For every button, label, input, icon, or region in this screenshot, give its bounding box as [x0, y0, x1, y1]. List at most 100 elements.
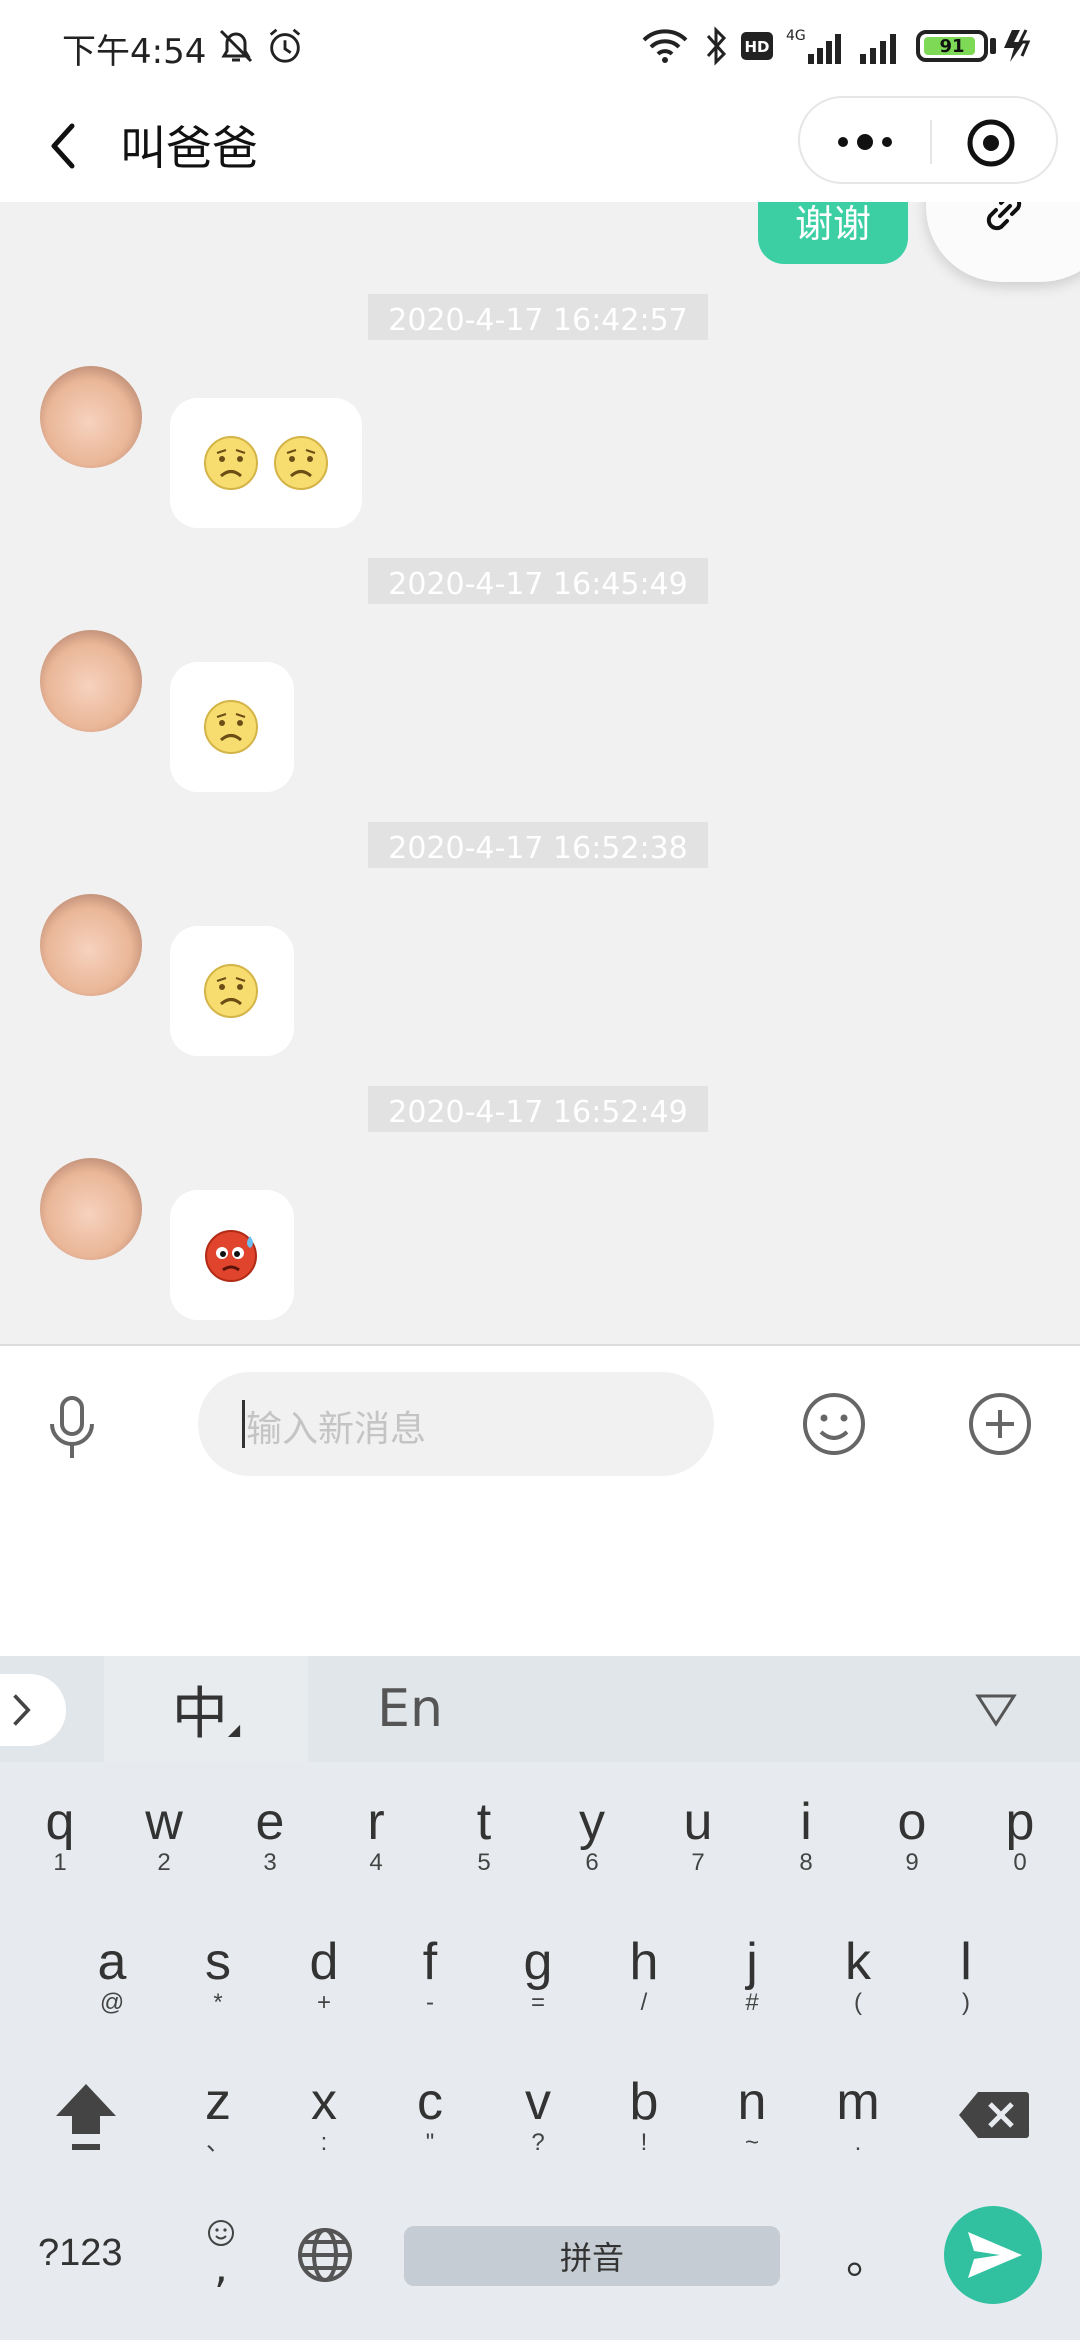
frown-emoji-icon [204, 700, 258, 754]
received-message-bubble[interactable] [170, 662, 294, 792]
key-letter: e [255, 1793, 285, 1851]
signal-icon [860, 34, 896, 64]
key-g[interactable]: g = [492, 1934, 584, 2016]
key-sub: ) [962, 1989, 970, 2016]
key-sub: + [316, 1989, 331, 2016]
key-t[interactable]: t5 [438, 1794, 530, 1876]
message-timestamp: 2020-4-17 16:42:57 [368, 294, 708, 340]
svg-text:4G: 4G [786, 28, 806, 44]
lang-chinese-tab[interactable]: 中 ◢ [104, 1656, 308, 1762]
key-s[interactable]: s * [172, 1934, 264, 2016]
key-d[interactable]: d + [278, 1934, 370, 2016]
lang-chinese-label: 中 [171, 1681, 228, 1747]
message-timestamp: 2020-4-17 16:52:38 [368, 822, 708, 868]
key-k[interactable]: k( [812, 1934, 904, 2016]
comma-key[interactable]: , [196, 2218, 246, 2293]
backspace-key-icon[interactable] [958, 2090, 1030, 2140]
lang-english-label: En [377, 1679, 443, 1739]
key-letter: z [205, 2073, 231, 2131]
key-x[interactable]: x: [278, 2074, 370, 2156]
back-arrow-icon[interactable] [40, 114, 88, 178]
key-m[interactable]: m. [812, 2074, 904, 2156]
key-h[interactable]: h / [598, 1934, 690, 2016]
frown-emoji-icon [274, 436, 328, 490]
received-message-bubble[interactable] [170, 926, 294, 1056]
shift-key-icon[interactable] [52, 2080, 120, 2156]
key-sub: : [320, 2129, 328, 2156]
space-key[interactable]: 拼音 [404, 2226, 780, 2286]
key-letter: p [1005, 1793, 1035, 1851]
key-sub: ( [854, 1989, 862, 2016]
received-message-bubble[interactable] [170, 398, 362, 528]
comma-label: , [214, 2242, 228, 2293]
charging-icon [1004, 29, 1031, 62]
key-b[interactable]: b! [598, 2074, 690, 2156]
key-a[interactable]: a @ [66, 1934, 158, 2016]
key-w[interactable]: w2 [118, 1794, 210, 1876]
key-o[interactable]: o9 [866, 1794, 958, 1876]
frown-emoji-icon [204, 436, 258, 490]
key-letter: f [422, 1933, 438, 1991]
message-timestamp: 2020-4-17 16:45:49 [368, 558, 708, 604]
key-q[interactable]: q1 [14, 1794, 106, 1876]
signal-4g-icon: 4G [786, 28, 841, 64]
key-v[interactable]: v? [492, 2074, 584, 2156]
key-sub: . [854, 2129, 862, 2156]
lang-english-tab[interactable]: En [340, 1656, 480, 1762]
frown-emoji-icon [204, 964, 258, 1018]
key-letter: j [746, 1933, 758, 1991]
avatar[interactable] [40, 366, 142, 468]
message-input[interactable]: 输入新消息 [198, 1372, 714, 1476]
hide-keyboard-icon[interactable] [974, 1690, 1018, 1730]
key-sub: * [213, 1989, 223, 2016]
key-l[interactable]: l) [920, 1934, 1012, 2016]
key-z[interactable]: z、 [172, 2074, 264, 2156]
key-sub: 0 [1013, 1849, 1027, 1876]
key-letter: x [311, 2073, 337, 2131]
microphone-icon[interactable] [44, 1394, 100, 1464]
avatar[interactable] [40, 630, 142, 732]
key-letter: b [629, 2073, 659, 2131]
numbers-key[interactable]: ?123 [38, 2232, 123, 2275]
sent-message-bubble[interactable]: 谢谢 [758, 202, 908, 264]
period-key[interactable]: 。 [846, 2222, 890, 2286]
key-letter: n [737, 2073, 767, 2131]
key-sub: 2 [157, 1849, 171, 1876]
add-attachment-icon[interactable] [966, 1390, 1034, 1458]
key-sub: 6 [585, 1849, 599, 1876]
key-sub: ~ [744, 2129, 759, 2156]
status-time: 下午4:54 [62, 32, 207, 72]
keyboard-expand-button[interactable] [0, 1674, 66, 1746]
send-arrow-icon [968, 2232, 1022, 2278]
more-icon[interactable] [830, 122, 900, 162]
floating-link-button[interactable] [926, 202, 1080, 282]
send-key[interactable] [944, 2206, 1042, 2304]
key-sub: 5 [477, 1849, 491, 1876]
emoji-picker-icon[interactable] [800, 1390, 868, 1458]
key-r[interactable]: r4 [330, 1794, 422, 1876]
key-n[interactable]: n ~ [706, 2074, 798, 2156]
key-sub: 、 [206, 2129, 230, 2156]
chat-area[interactable]: 谢谢 2020-4-17 16:42:57 2020-4-17 16:45:49… [0, 202, 1080, 1344]
key-sub: 8 [799, 1849, 813, 1876]
globe-icon[interactable] [296, 2226, 354, 2284]
battery-level: 91 [939, 36, 965, 57]
key-letter: l [960, 1933, 972, 1991]
key-u[interactable]: u7 [652, 1794, 744, 1876]
received-message-bubble[interactable] [170, 1190, 294, 1320]
key-j[interactable]: j # [706, 1934, 798, 2016]
avatar[interactable] [40, 894, 142, 996]
key-y[interactable]: y6 [546, 1794, 638, 1876]
status-bar: 下午4:54 HD 4G 91 [0, 0, 1080, 90]
key-p[interactable]: p0 [974, 1794, 1066, 1876]
key-letter: d [309, 1933, 339, 1991]
key-letter: k [845, 1933, 871, 1991]
key-sub: 3 [263, 1849, 277, 1876]
close-target-icon[interactable] [964, 116, 1018, 170]
key-f[interactable]: f- [384, 1934, 476, 2016]
key-e[interactable]: e3 [224, 1794, 316, 1876]
avatar[interactable] [40, 1158, 142, 1260]
key-c[interactable]: c " [384, 2074, 476, 2156]
keyboard-toolbar: 中 ◢ En [0, 1656, 1080, 1762]
key-i[interactable]: i8 [760, 1794, 852, 1876]
